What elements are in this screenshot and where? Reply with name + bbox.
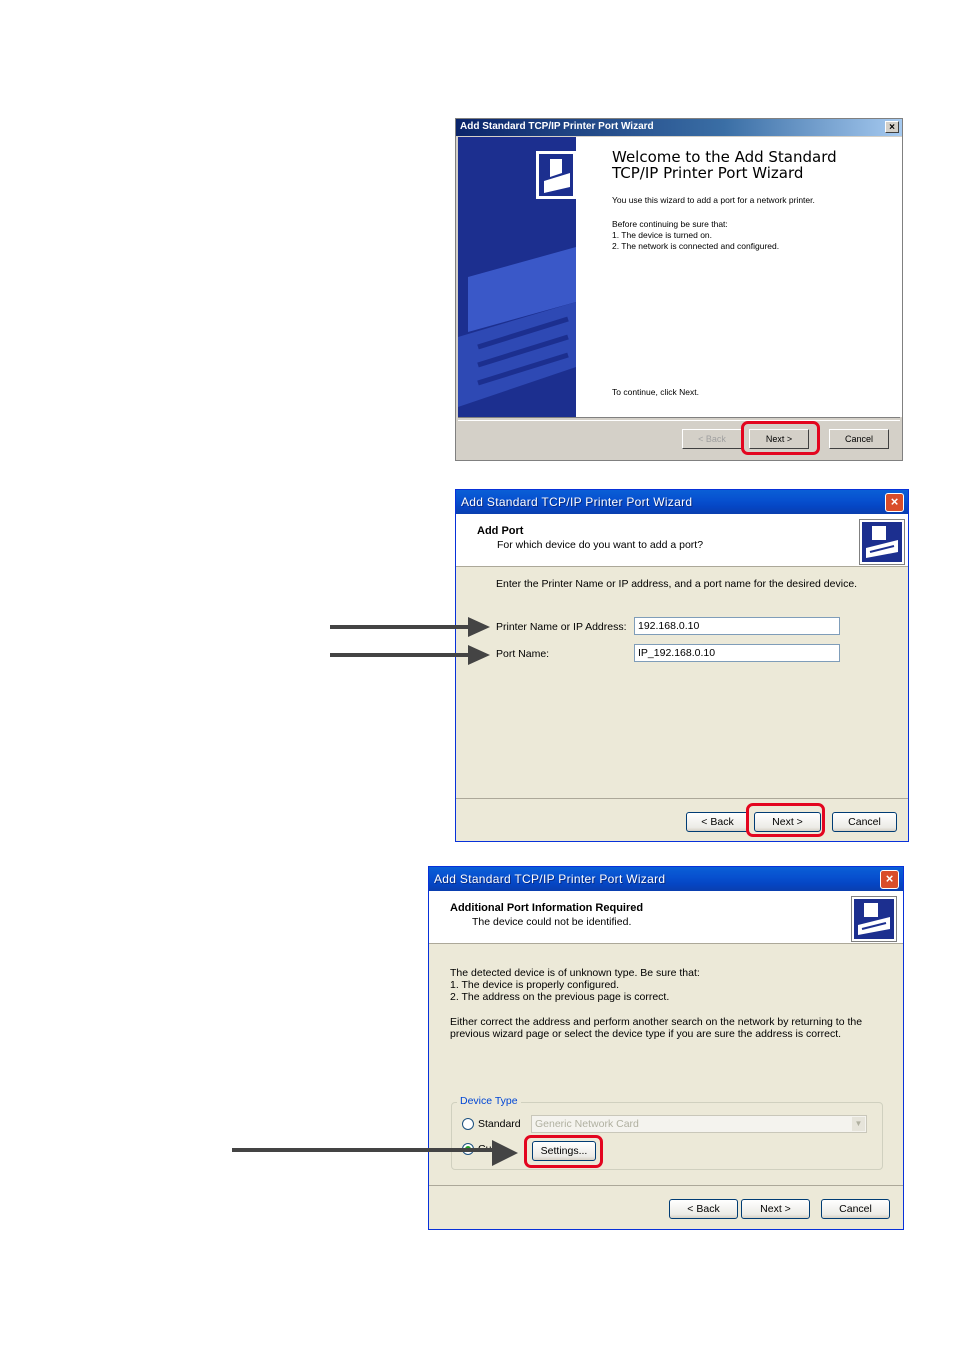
wizard-side-banner bbox=[458, 137, 576, 417]
separator bbox=[456, 798, 908, 799]
cancel-button[interactable]: Cancel bbox=[829, 429, 889, 449]
window-title: Add Standard TCP/IP Printer Port Wizard bbox=[434, 872, 666, 886]
title-bar: Add Standard TCP/IP Printer Port Wizard … bbox=[429, 867, 903, 891]
printer-icon bbox=[860, 520, 904, 564]
printer-graphic-icon bbox=[458, 151, 576, 407]
header-subtitle: For which device do you want to add a po… bbox=[497, 539, 704, 551]
title-bar: Add Standard TCP/IP Printer Port Wizard … bbox=[456, 490, 908, 514]
instruction-text: Enter the Printer Name or IP address, an… bbox=[496, 578, 858, 590]
back-button[interactable]: < Back bbox=[686, 812, 749, 832]
welcome-heading-1: Welcome to the Add Standard bbox=[612, 148, 837, 166]
printer-icon bbox=[852, 897, 896, 941]
check-2-text: 2. The address on the previous page is c… bbox=[450, 991, 670, 1003]
device-type-label: Device Type bbox=[457, 1095, 521, 1107]
next-highlight bbox=[741, 421, 820, 455]
device-type-select[interactable]: Generic Network Card bbox=[531, 1115, 867, 1133]
continue-text: To continue, click Next. bbox=[612, 387, 699, 397]
before-text: Before continuing be sure that: bbox=[612, 219, 728, 229]
separator bbox=[429, 1185, 903, 1186]
arrow-head-icon bbox=[492, 1140, 518, 1166]
standard-radio[interactable] bbox=[462, 1118, 474, 1130]
close-button[interactable]: × bbox=[880, 870, 899, 889]
arrow-port-name bbox=[330, 653, 470, 657]
settings-highlight bbox=[524, 1135, 603, 1168]
cancel-button[interactable]: Cancel bbox=[832, 812, 897, 832]
back-button[interactable]: < Back bbox=[682, 429, 742, 449]
port-name-label: Port Name: bbox=[496, 648, 550, 660]
wizard-header: Additional Port Information Required The… bbox=[429, 891, 903, 944]
cancel-button[interactable]: Cancel bbox=[821, 1199, 890, 1219]
unknown-type-text: The detected device is of unknown type. … bbox=[450, 967, 700, 979]
next-highlight bbox=[746, 803, 825, 837]
arrow-head-icon bbox=[468, 617, 490, 637]
wizard-header: Add Port For which device do you want to… bbox=[456, 514, 908, 567]
item-1-text: 1. The device is turned on. bbox=[612, 230, 713, 240]
printer-name-label: Printer Name or IP Address: bbox=[496, 621, 627, 633]
correction-text-2: previous wizard page or select the devic… bbox=[450, 1028, 842, 1040]
additional-port-info-dialog: Add Standard TCP/IP Printer Port Wizard … bbox=[428, 866, 904, 1230]
close-button[interactable]: × bbox=[885, 121, 899, 133]
dropdown-arrow-icon: ▼ bbox=[852, 1117, 865, 1131]
wizard-body: Welcome to the Add Standard TCP/IP Print… bbox=[576, 137, 902, 417]
arrow-head-icon bbox=[468, 645, 490, 665]
back-button[interactable]: < Back bbox=[669, 1199, 738, 1219]
welcome-heading-2: TCP/IP Printer Port Wizard bbox=[612, 164, 804, 182]
separator bbox=[458, 417, 900, 421]
add-port-dialog: Add Standard TCP/IP Printer Port Wizard … bbox=[455, 489, 909, 842]
close-button[interactable]: × bbox=[885, 493, 904, 512]
header-title: Additional Port Information Required bbox=[450, 902, 644, 914]
check-1-text: 1. The device is properly configured. bbox=[450, 979, 620, 991]
printer-name-input[interactable]: 192.168.0.10 bbox=[634, 617, 840, 635]
window-title: Add Standard TCP/IP Printer Port Wizard bbox=[460, 121, 654, 132]
header-subtitle: The device could not be identified. bbox=[472, 916, 632, 928]
welcome-wizard-dialog: Add Standard TCP/IP Printer Port Wizard … bbox=[455, 118, 903, 461]
intro-text: You use this wizard to add a port for a … bbox=[612, 195, 815, 205]
title-bar: Add Standard TCP/IP Printer Port Wizard … bbox=[456, 119, 902, 136]
header-title: Add Port bbox=[477, 525, 524, 537]
port-name-input[interactable]: IP_192.168.0.10 bbox=[634, 644, 840, 662]
next-button[interactable]: Next > bbox=[741, 1199, 810, 1219]
arrow-settings bbox=[232, 1148, 494, 1152]
correction-text-1: Either correct the address and perform a… bbox=[450, 1016, 863, 1028]
arrow-printer-name bbox=[330, 625, 470, 629]
standard-label: Standard bbox=[478, 1118, 521, 1130]
item-2-text: 2. The network is connected and configur… bbox=[612, 241, 780, 251]
window-title: Add Standard TCP/IP Printer Port Wizard bbox=[461, 495, 693, 509]
